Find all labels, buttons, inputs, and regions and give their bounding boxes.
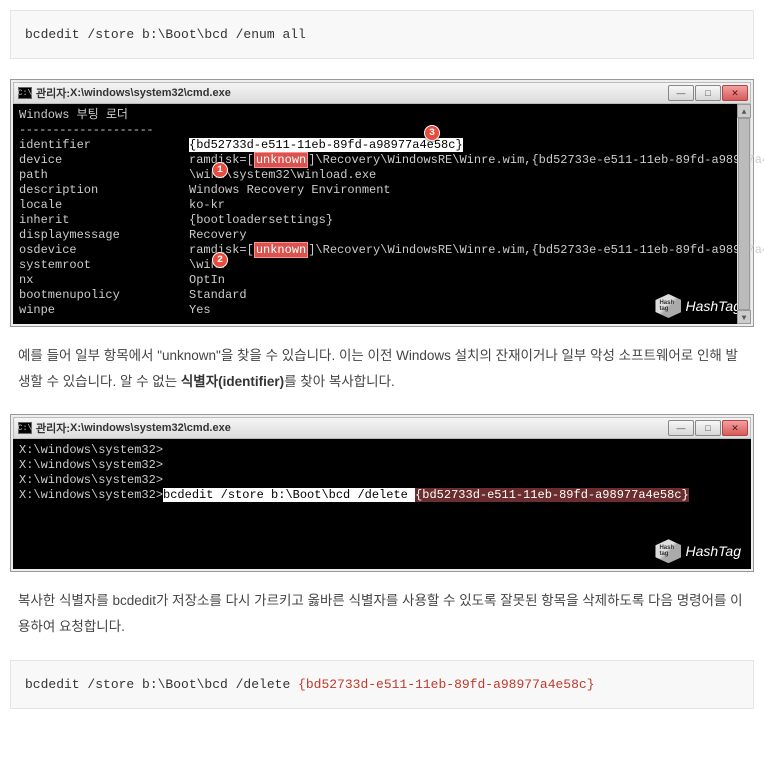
title-path: X:\windows\system32\cmd.exe xyxy=(70,87,231,99)
delete-command-line: X:\windows\system32>bcdedit /store b:\Bo… xyxy=(19,488,745,503)
row-displaymessage: displaymessageRecovery xyxy=(19,228,731,243)
explanation-paragraph-2: 복사한 식별자를 bcdedit가 저장소를 다시 가르키고 옳바른 식별자를 … xyxy=(18,588,746,639)
prompt-line: X:\windows\system32> xyxy=(19,443,745,458)
close-button[interactable]: ✕ xyxy=(722,85,748,101)
badge-1: 1 xyxy=(212,162,228,178)
explanation-paragraph-1: 예를 들어 일부 항목에서 "unknown"을 찾을 수 있습니다. 이는 이… xyxy=(18,343,746,394)
identifier-strong: 식별자(identifier) xyxy=(181,374,284,389)
row-winpe: winpeYes xyxy=(19,303,731,318)
row-device: deviceramdisk=[unknown]\Recovery\Windows… xyxy=(19,153,731,168)
row-systemroot: systemroot\wind xyxy=(19,258,731,273)
code-text: bcdedit /store b:\Boot\bcd /enum all xyxy=(25,27,306,42)
row-locale: localeko-kr xyxy=(19,198,731,213)
scrollbar[interactable]: ▲ ▼ xyxy=(737,104,751,324)
row-nx: nxOptIn xyxy=(19,273,731,288)
unknown-highlight: unknown xyxy=(254,242,308,258)
terminal-output[interactable]: Windows 부팅 로더 -------------------- ident… xyxy=(13,104,751,324)
scroll-down-button[interactable]: ▼ xyxy=(737,310,751,324)
row-description: descriptionWindows Recovery Environment xyxy=(19,183,731,198)
unknown-highlight: unknown xyxy=(254,152,308,168)
terminal-output[interactable]: X:\windows\system32> X:\windows\system32… xyxy=(13,439,751,569)
title-prefix: 관리자: xyxy=(36,85,70,101)
dash-line: -------------------- xyxy=(19,123,731,138)
command-selected[interactable]: bcdedit /store b:\Boot\bcd /delete {bd52… xyxy=(163,488,689,502)
code-text-guid: {bd52733d-e511-11eb-89fd-a98977a4e58c} xyxy=(298,677,594,692)
minimize-button[interactable]: — xyxy=(668,420,694,436)
badge-3: 3 xyxy=(424,125,440,141)
guid-highlight: {bd52733d-e511-11eb-89fd-a98977a4e58c} xyxy=(415,488,689,502)
close-button[interactable]: ✕ xyxy=(722,420,748,436)
prompt-line: X:\windows\system32> xyxy=(19,473,745,488)
cmd-window-2: C:\ 관리자: X:\windows\system32\cmd.exe — □… xyxy=(10,414,754,572)
title-path: X:\windows\system32\cmd.exe xyxy=(70,422,231,434)
prompt-line: X:\windows\system32> xyxy=(19,458,745,473)
code-block-enum: bcdedit /store b:\Boot\bcd /enum all xyxy=(10,10,754,59)
scroll-thumb[interactable] xyxy=(738,118,750,310)
boot-loader-header: Windows 부팅 로더 xyxy=(19,108,731,123)
minimize-button[interactable]: — xyxy=(668,85,694,101)
code-text-plain: bcdedit /store b:\Boot\bcd /delete xyxy=(25,677,298,692)
cmd-window-1: C:\ 관리자: X:\windows\system32\cmd.exe — □… xyxy=(10,79,754,327)
maximize-button[interactable]: □ xyxy=(695,420,721,436)
cmd-icon: C:\ xyxy=(18,87,32,99)
maximize-button[interactable]: □ xyxy=(695,85,721,101)
titlebar[interactable]: C:\ 관리자: X:\windows\system32\cmd.exe — □… xyxy=(13,82,751,104)
identifier-guid-selected[interactable]: {bd52733d-e511-11eb-89fd-a98977a4e58c} xyxy=(189,138,463,152)
title-prefix: 관리자: xyxy=(36,420,70,436)
cmd-icon: C:\ xyxy=(18,422,32,434)
badge-2: 2 xyxy=(212,252,228,268)
titlebar[interactable]: C:\ 관리자: X:\windows\system32\cmd.exe — □… xyxy=(13,417,751,439)
row-bootmenupolicy: bootmenupolicyStandard xyxy=(19,288,731,303)
row-osdevice: osdeviceramdisk=[unknown]\Recovery\Windo… xyxy=(19,243,731,258)
hashtag-logo: Hash tag HashTag xyxy=(655,294,741,318)
row-path: path\wind\system32\winload.exe xyxy=(19,168,731,183)
row-inherit: inherit{bootloadersettings} xyxy=(19,213,731,228)
row-identifier: identifier{bd52733d-e511-11eb-89fd-a9897… xyxy=(19,138,731,153)
hashtag-logo: Hash tag HashTag xyxy=(655,539,741,563)
code-block-delete: bcdedit /store b:\Boot\bcd /delete {bd52… xyxy=(10,660,754,709)
scroll-up-button[interactable]: ▲ xyxy=(737,104,751,118)
